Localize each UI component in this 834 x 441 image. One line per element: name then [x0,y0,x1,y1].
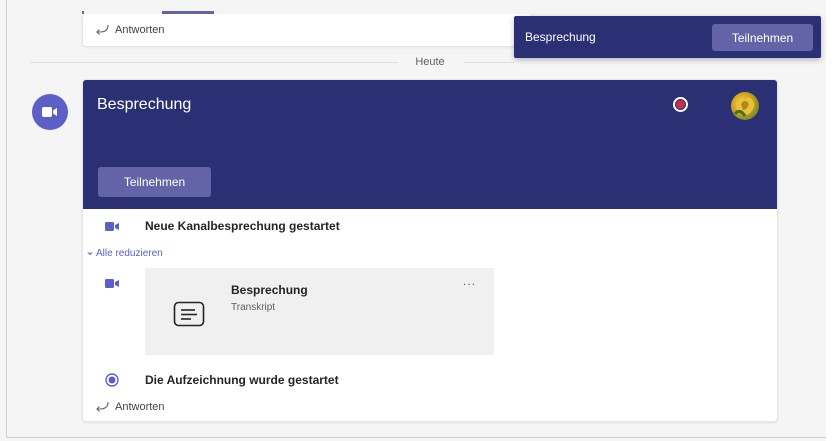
recording-tile[interactable]: Besprechung Transkript ... [145,268,494,355]
reply-label: Antworten [115,24,165,36]
video-camera-icon [105,222,119,231]
meeting-avatar [32,94,68,130]
active-tab-indicator [162,11,214,14]
video-camera-icon [42,107,57,117]
reply-label: Antworten [115,401,165,413]
chevron-down-icon [87,252,93,255]
divider-line-right [464,62,514,63]
meeting-banner: Besprechung Teilnehmen [83,80,777,209]
event-label: Neue Kanalbesprechung gestartet [145,219,340,233]
event-recording-started: Die Aufzeichnung wurde gestartet [105,373,339,387]
reply-arrow-icon [96,401,109,412]
meeting-toast: Besprechung Teilnehmen [514,16,821,58]
toast-join-button[interactable]: Teilnehmen [712,24,813,51]
avatar-photo-icon [733,97,755,117]
previous-message-card: Antworten [82,14,532,47]
recording-event-icon-row [105,278,119,289]
divider-line-left [30,62,398,63]
reply-button[interactable]: Antworten [95,24,165,36]
recording-indicator-icon [673,97,688,112]
date-divider: Heute [415,56,445,68]
reply-button[interactable]: Antworten [95,401,165,413]
meeting-title: Besprechung [97,96,192,113]
join-meeting-button[interactable]: Teilnehmen [98,167,211,197]
transcript-icon [173,301,205,327]
right-edge [826,0,834,441]
reply-arrow-icon [96,24,109,35]
toast-title: Besprechung [525,30,596,44]
meeting-card: Besprechung Teilnehmen Neue Kanalbesprec… [82,79,778,422]
more-options-button[interactable]: ... [463,274,476,288]
video-camera-icon [105,279,119,288]
event-channel-meeting-started: Neue Kanalbesprechung gestartet [105,219,340,233]
collapse-all-label: Alle reduzieren [96,248,163,259]
collapse-all-link[interactable]: Alle reduzieren [87,248,163,259]
user-avatar[interactable] [731,92,759,120]
recording-tile-subtitle: Transkript [231,302,276,313]
recording-icon [105,373,119,387]
event-label: Die Aufzeichnung wurde gestartet [145,373,339,387]
recording-tile-title: Besprechung [231,283,308,297]
